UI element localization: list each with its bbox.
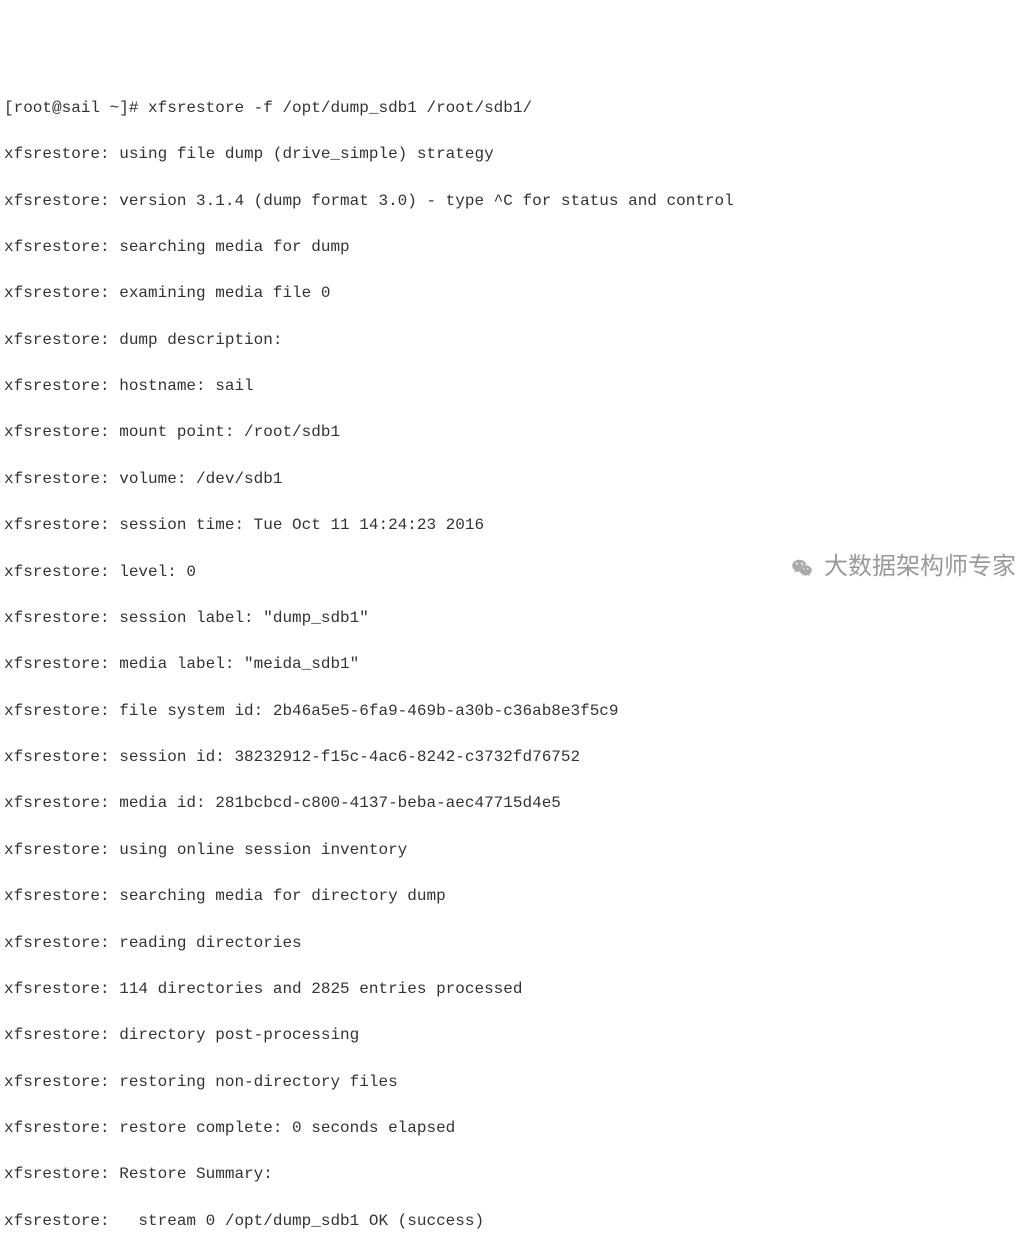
output-line: xfsrestore: directory post-processing — [4, 1024, 1032, 1047]
output-line: xfsrestore: Restore Summary: — [4, 1163, 1032, 1186]
output-line: xfsrestore: session time: Tue Oct 11 14:… — [4, 514, 1032, 537]
output-line: xfsrestore: file system id: 2b46a5e5-6fa… — [4, 700, 1032, 723]
output-line: xfsrestore: reading directories — [4, 932, 1032, 955]
wechat-icon — [790, 556, 814, 580]
output-line: xfsrestore: media label: "meida_sdb1" — [4, 653, 1032, 676]
output-line: xfsrestore: restore complete: 0 seconds … — [4, 1117, 1032, 1140]
output-line: xfsrestore: hostname: sail — [4, 375, 1032, 398]
output-line: xfsrestore: mount point: /root/sdb1 — [4, 421, 1032, 444]
watermark-text: 大数据架构师专家 — [824, 550, 1016, 585]
output-line: xfsrestore: media id: 281bcbcd-c800-4137… — [4, 792, 1032, 815]
output-line: xfsrestore: dump description: — [4, 329, 1032, 352]
output-line: xfsrestore: restoring non-directory file… — [4, 1071, 1032, 1094]
output-line: xfsrestore: session label: "dump_sdb1" — [4, 607, 1032, 630]
output-line: xfsrestore: volume: /dev/sdb1 — [4, 468, 1032, 491]
output-line: xfsrestore: stream 0 /opt/dump_sdb1 OK (… — [4, 1210, 1032, 1233]
output-line: xfsrestore: using online session invento… — [4, 839, 1032, 862]
output-line: xfsrestore: using file dump (drive_simpl… — [4, 143, 1032, 166]
output-line: xfsrestore: session id: 38232912-f15c-4a… — [4, 746, 1032, 769]
output-line: xfsrestore: version 3.1.4 (dump format 3… — [4, 190, 1032, 213]
output-line: xfsrestore: 114 directories and 2825 ent… — [4, 978, 1032, 1001]
watermark: 大数据架构师专家 — [790, 550, 1016, 585]
command-prompt-line: [root@sail ~]# xfsrestore -f /opt/dump_s… — [4, 97, 1032, 120]
output-line: xfsrestore: examining media file 0 — [4, 282, 1032, 305]
output-line: xfsrestore: searching media for dump — [4, 236, 1032, 259]
output-line: xfsrestore: searching media for director… — [4, 885, 1032, 908]
